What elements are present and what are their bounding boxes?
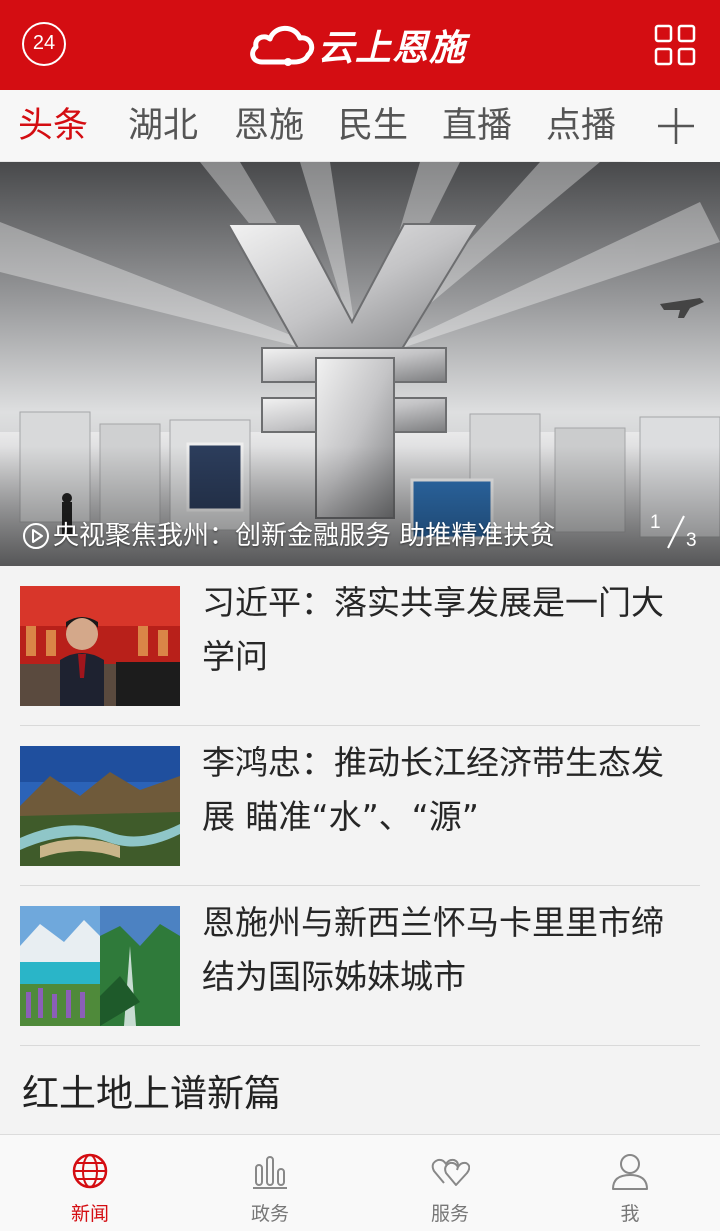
app-name: 云上恩施: [318, 28, 467, 69]
divider: [20, 1045, 700, 1046]
news-thumbnail: [20, 586, 180, 706]
tab-on-demand[interactable]: 点播: [546, 100, 616, 152]
plus-icon[interactable]: [654, 104, 698, 148]
hero-carousel[interactable]: 央视聚焦我州：创新金融服务 助推精准扶贫 1 3: [0, 162, 720, 566]
app-logo: 云上恩施: [248, 18, 466, 72]
bottom-nav: 新闻 政务 服务 我: [0, 1134, 720, 1231]
hearts-icon: [431, 1158, 470, 1186]
channel-tabs: 头条 湖北 恩施 民生 直播 点播: [0, 90, 720, 162]
news-item[interactable]: 习近平：落实共享发展是一门大学问: [20, 566, 700, 726]
hero-title: 央视聚焦我州：创新金融服务 助推精准扶贫: [53, 521, 556, 551]
tab-headlines[interactable]: 头条: [18, 100, 88, 152]
section-title: 红土地上谱新篇: [22, 1072, 281, 1115]
nav-services[interactable]: 服务: [360, 1135, 540, 1231]
news-thumbnail: [20, 746, 180, 866]
news-title: 恩施州与新西兰怀马卡里里市缔结为国际姊妹城市: [202, 903, 664, 996]
tab-live[interactable]: 直播: [442, 100, 512, 152]
nav-news[interactable]: 新闻: [0, 1135, 180, 1231]
24-hour-badge-button[interactable]: 24: [22, 22, 66, 66]
nav-label: 新闻: [70, 1203, 109, 1225]
nav-label: 政务: [250, 1203, 289, 1225]
top-bar: 24 云上恩施: [0, 0, 720, 90]
tab-livelihood[interactable]: 民生: [338, 100, 408, 152]
tab-enshi[interactable]: 恩施: [234, 100, 304, 152]
news-title: 李鸿忠：推动长江经济带生态发展 瞄准“水”、“源”: [202, 743, 664, 836]
news-item[interactable]: 李鸿忠：推动长江经济带生态发展 瞄准“水”、“源”: [20, 726, 700, 886]
pager-total: 3: [686, 530, 697, 551]
pager-slash: [667, 515, 685, 549]
nav-label: 我: [620, 1203, 640, 1225]
news-title: 习近平：落实共享发展是一门大学问: [202, 583, 664, 676]
nav-government[interactable]: 政务: [180, 1135, 360, 1231]
news-thumbnail: [20, 906, 180, 1026]
pager-current: 1: [650, 512, 661, 533]
globe-icon: [72, 1153, 108, 1189]
bars-icon: [253, 1156, 287, 1189]
news-item[interactable]: 恩施州与新西兰怀马卡里里市缔结为国际姊妹城市: [20, 886, 700, 1046]
cloud-icon: [250, 25, 315, 66]
carousel-pager: 1 3: [646, 512, 706, 556]
nav-me[interactable]: 我: [540, 1135, 720, 1231]
grid-icon[interactable]: [654, 24, 696, 66]
hero-caption[interactable]: 央视聚焦我州：创新金融服务 助推精准扶贫: [22, 514, 555, 558]
play-circle-icon: [23, 523, 49, 549]
user-icon: [612, 1154, 648, 1190]
nav-label: 服务: [430, 1203, 469, 1225]
tab-hubei[interactable]: 湖北: [128, 100, 198, 152]
